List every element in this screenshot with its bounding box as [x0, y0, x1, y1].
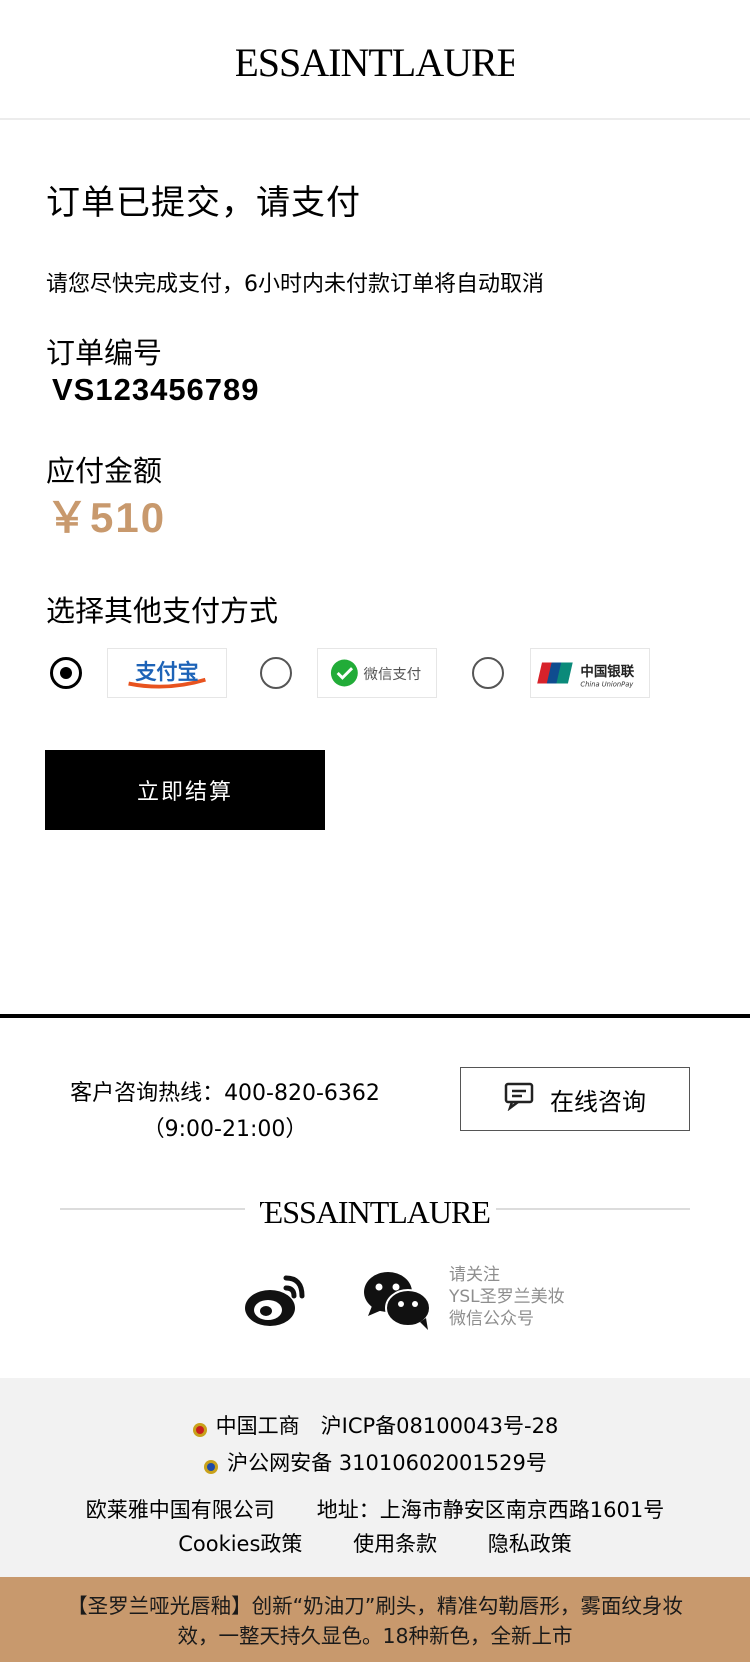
police-text: 沪公网安备 31010602001529号: [227, 1451, 547, 1475]
checkout-button[interactable]: 立即结算: [45, 750, 325, 830]
hotline-number: 客户咨询热线：400-820-6362: [70, 1081, 380, 1106]
online-consult-button[interactable]: 在线咨询: [460, 1067, 690, 1131]
hotline-hours: （9:00-21:00）: [142, 1117, 308, 1142]
site-header: YVESSAINTLAURENT: [0, 0, 750, 120]
footer-links: Cookies政策 使用条款 隐私政策: [0, 1528, 750, 1558]
follow-line-2: YSL圣罗兰美妆: [449, 1287, 565, 1307]
page-title: 订单已提交，请支付: [46, 183, 361, 223]
radio-unionpay[interactable]: [472, 657, 504, 689]
logo-text: YVESSAINTLAURENT: [236, 40, 514, 85]
payment-section-title: 选择其他支付方式: [46, 594, 279, 628]
weibo-icon[interactable]: [242, 1270, 306, 1330]
order-number: VS123456789: [52, 372, 260, 407]
payment-deadline-notice: 请您尽快完成支付，6小时内未付款订单将自动取消: [46, 272, 544, 297]
amount-value: ￥510: [46, 494, 167, 541]
radio-wechat-pay[interactable]: [260, 657, 292, 689]
icp-text: 中国工商 沪ICP备08100043号-28: [215, 1414, 559, 1438]
cookies-policy-link[interactable]: Cookies政策: [178, 1532, 302, 1556]
follow-line-3: 微信公众号: [449, 1309, 534, 1329]
follow-line-1: 请关注: [449, 1265, 500, 1285]
ysl-logo[interactable]: YVESSAINTLAURENT: [179, 32, 573, 88]
unionpay-logo[interactable]: 中国银联 China UnionPay: [530, 648, 650, 698]
company-address: 欧莱雅中国有限公司 地址：上海市静安区南京西路1601号: [85, 1498, 665, 1522]
wechat-icon[interactable]: [362, 1270, 432, 1330]
terms-of-use-link[interactable]: 使用条款: [353, 1532, 437, 1556]
national-emblem-icon: [192, 1419, 208, 1437]
online-consult-label: 在线咨询: [550, 1087, 646, 1116]
police-registration[interactable]: 沪公网安备 31010602001529号: [0, 1447, 750, 1477]
footer-divider: [0, 1014, 750, 1018]
alipay-logo-text: 支付宝: [135, 659, 198, 684]
logo-right-line: [496, 1208, 690, 1210]
wechat-follow-text: 请关注 YSL圣罗兰美妆 微信公众号: [449, 1264, 565, 1330]
customer-hotline: 客户咨询热线：400-820-6362 （9:00-21:00）: [60, 1076, 390, 1148]
logo-left-line: [60, 1208, 245, 1210]
wechat-pay-logo-text: 微信支付: [364, 666, 422, 683]
order-number-label: 订单编号: [46, 336, 163, 370]
chat-icon: [504, 1081, 536, 1117]
promo-banner[interactable]: 【圣罗兰哑光唇釉】创新“奶油刀”刷头，精准勾勒唇形，雾面纹身妆效，一整天持久显色…: [0, 1577, 750, 1662]
wechat-pay-logo[interactable]: 微信支付: [317, 648, 437, 698]
footer-ysl-logo[interactable]: YVESSAINTLAURENT: [219, 1188, 533, 1232]
privacy-policy-link[interactable]: 隐私政策: [488, 1532, 572, 1556]
radio-alipay[interactable]: [50, 657, 82, 689]
unionpay-logo-subtext: China UnionPay: [580, 680, 634, 688]
footer-logo-text: YVESSAINTLAURENT: [260, 1194, 490, 1230]
police-badge-icon: [203, 1456, 219, 1474]
alipay-logo[interactable]: 支付宝: [107, 648, 227, 698]
icp-registration[interactable]: 中国工商 沪ICP备08100043号-28: [0, 1410, 750, 1440]
unionpay-logo-text: 中国银联: [580, 663, 634, 680]
